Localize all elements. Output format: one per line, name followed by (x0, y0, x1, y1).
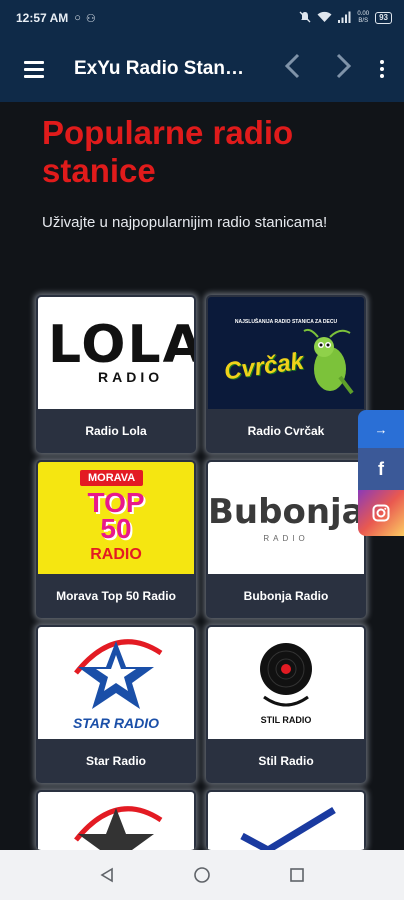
star-logo-text: STAR RADIO (72, 715, 160, 731)
station-card-radio-lola[interactable]: LOLA RADIO Radio Lola (36, 295, 196, 453)
status-right: 0.00 B/S 93 (299, 11, 392, 26)
morava-logo-badge: MORAVA (80, 470, 144, 486)
instagram-icon[interactable] (358, 490, 404, 536)
chevron-right-icon[interactable] (324, 53, 364, 86)
station-logo (208, 792, 364, 850)
cricket-icon (303, 328, 354, 395)
station-label: Radio Lola (85, 424, 147, 438)
app-bar: ExYu Radio Stan… (0, 36, 404, 102)
lola-logo-text: LOLA (48, 315, 194, 375)
system-nav-bar (0, 850, 404, 900)
station-logo (38, 792, 194, 850)
page-title: Popularne radio stanice (42, 114, 294, 189)
net-speed: 0.00 B/S (357, 11, 369, 25)
facebook-icon[interactable]: f (358, 448, 404, 490)
battery-icon: 93 (375, 12, 392, 24)
station-label: Radio Cvrčak (247, 424, 325, 438)
bubonja-logo-sub: RADIO (263, 534, 309, 543)
star-radio-logo: STAR RADIO (38, 627, 194, 739)
stil-radio-logo: STIL RADIO (208, 627, 364, 739)
station-label: Stil Radio (258, 754, 314, 768)
station-label: Bubonja Radio (243, 589, 329, 603)
cvrcak-logo-text: Cvrčak (222, 347, 306, 386)
triangle-back-icon[interactable] (87, 867, 127, 883)
chevron-left-icon[interactable] (272, 53, 312, 86)
star-icon (74, 639, 163, 709)
checkmark-icon (240, 807, 336, 850)
star-icon (74, 806, 163, 850)
hamburger-menu-icon[interactable] (12, 47, 56, 91)
mute-icon (299, 11, 311, 26)
person-icon: ⚇ (85, 12, 96, 25)
radio-cvrcak-logo: NAJSLUŠANIJA RADIO STANICA ZA DECU Cvrča… (208, 297, 364, 409)
radio-lola-logo: LOLA RADIO (38, 297, 194, 409)
circle-icon: ○ (74, 12, 81, 24)
station-card-stil-radio[interactable]: STIL RADIO Stil Radio (206, 625, 366, 783)
lola-logo-sub: RADIO (98, 369, 164, 385)
status-time: 12:57 AM (16, 11, 69, 25)
square-recents-icon[interactable] (277, 867, 317, 883)
wifi-icon (317, 11, 332, 26)
net-speed-unit: B/S (358, 18, 369, 24)
signal-icon (338, 11, 351, 26)
circle-home-icon[interactable] (182, 866, 222, 884)
station-card-bubonja-radio[interactable]: Bubonja RADIO Bubonja Radio (206, 460, 366, 618)
station-card-partial-1[interactable] (36, 790, 196, 850)
more-vertical-icon[interactable] (376, 60, 388, 78)
station-card-star-radio[interactable]: STAR RADIO Star Radio (36, 625, 196, 783)
morava-logo-text: TOP 50 (87, 487, 145, 544)
vinyl-record-icon (260, 643, 312, 707)
page-subtitle: Uživajte u najpopularnijim radio stanica… (42, 214, 328, 231)
morava-top-50-logo: MORAVA TOP 50 RADIO (38, 462, 194, 574)
social-share-bar: → f (358, 410, 404, 536)
stil-logo-text: STIL RADIO (260, 715, 312, 725)
station-card-morava-top-50[interactable]: MORAVA TOP 50 RADIO Morava Top 50 Radio (36, 460, 196, 618)
bubonja-logo-text: Bubonja (208, 492, 364, 532)
cvrcak-logo-sub: NAJSLUŠANIJA RADIO STANICA ZA DECU (234, 319, 338, 325)
station-label: Star Radio (85, 754, 146, 768)
app-title: ExYu Radio Stan… (74, 58, 244, 79)
status-bar: 12:57 AM ○ ⚇ 0.00 B/S 93 (0, 0, 404, 36)
bubonja-radio-logo: Bubonja RADIO (208, 462, 364, 574)
station-label: Morava Top 50 Radio (56, 589, 176, 603)
station-card-radio-cvrcak[interactable]: NAJSLUŠANIJA RADIO STANICA ZA DECU Cvrča… (206, 295, 366, 453)
morava-logo-sub: RADIO (90, 546, 142, 563)
station-card-partial-2[interactable] (206, 790, 366, 850)
net-speed-value: 0.00 (357, 11, 370, 17)
arrow-right-icon[interactable]: → (358, 410, 404, 448)
